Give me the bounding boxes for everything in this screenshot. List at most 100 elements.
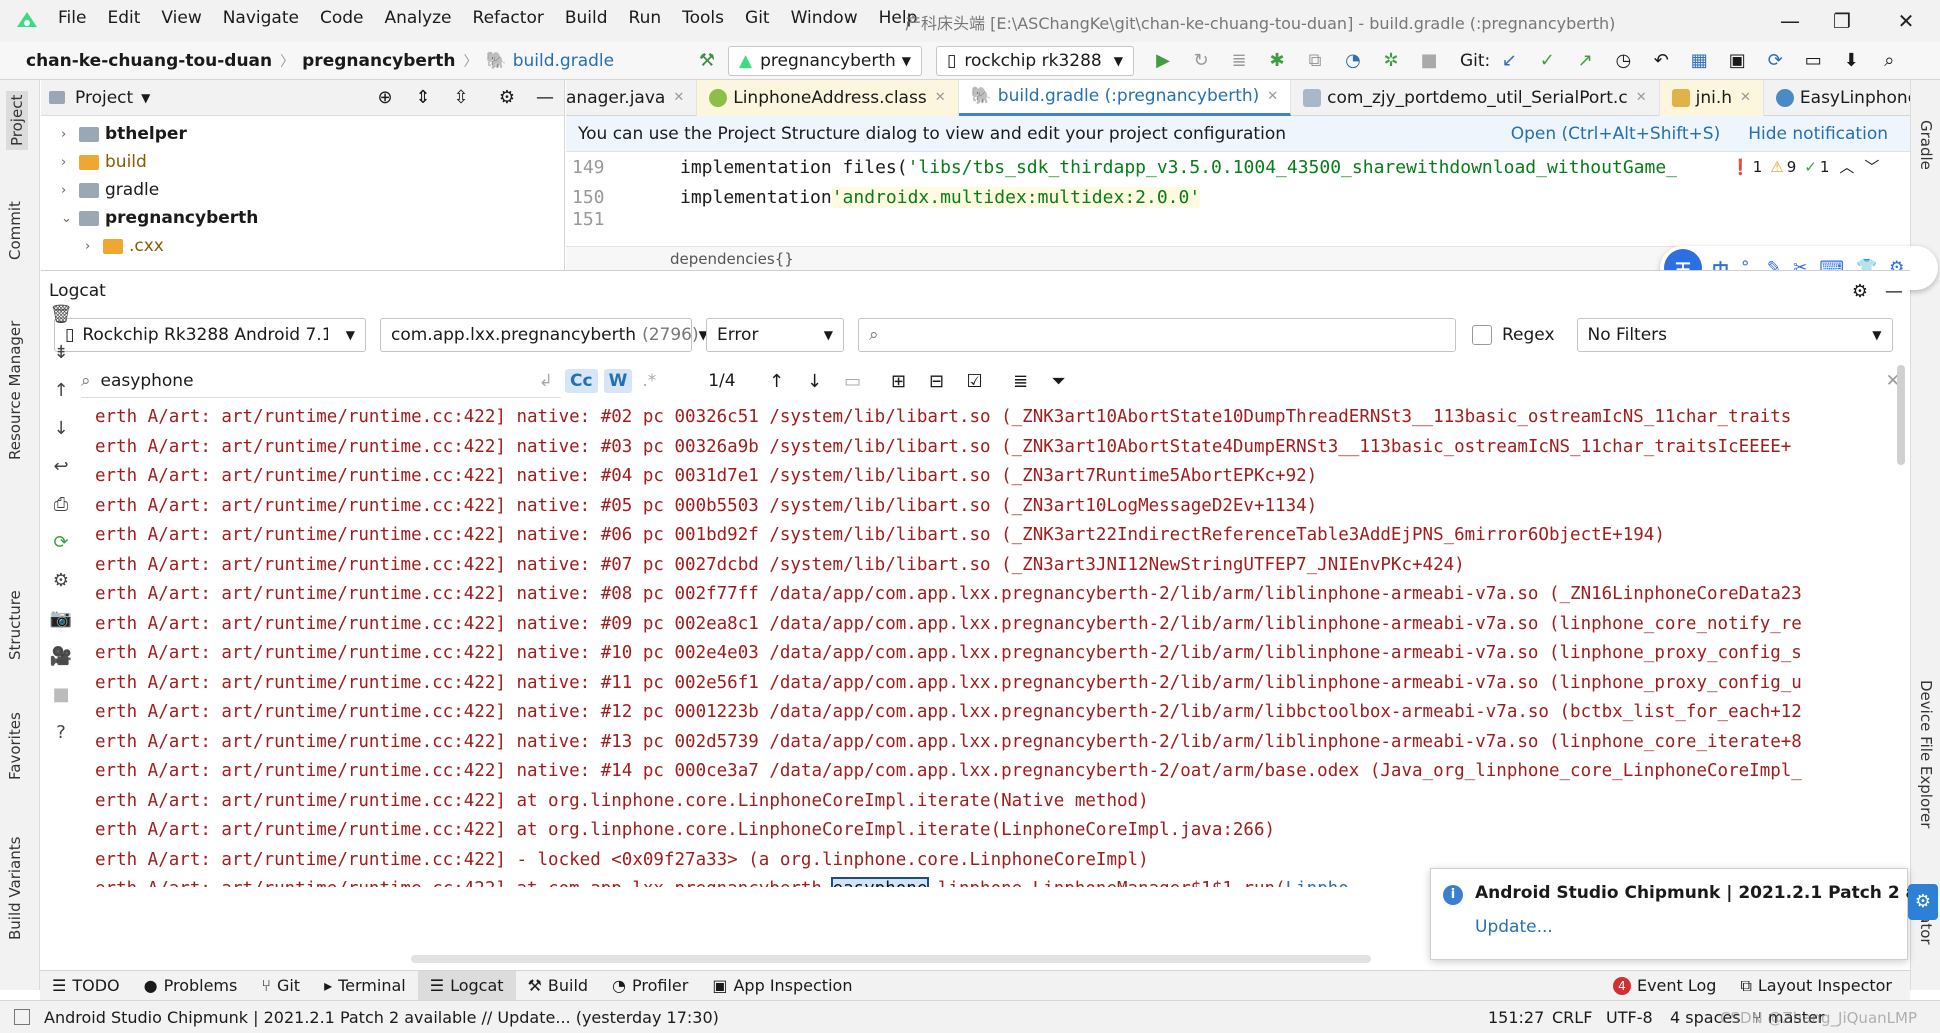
horizontal-scrollbar[interactable]	[411, 955, 1371, 963]
menu-build[interactable]: Build	[565, 8, 608, 28]
chevron-right-icon[interactable]: ›	[61, 155, 79, 170]
tab-terminal[interactable]: ▸ Terminal	[312, 971, 418, 1001]
tab-jni-h[interactable]: jni.h ✕	[1659, 80, 1764, 116]
tab-serialport-c[interactable]: com_zjy_portdemo_util_SerialPort.c ✕	[1291, 80, 1660, 116]
restore-button[interactable]: ❐	[1822, 6, 1862, 36]
expand-all-icon[interactable]: ⇕	[410, 85, 436, 111]
tab-profiler[interactable]: ◔ Profiler	[600, 971, 700, 1001]
regex-toggle-icon[interactable]: .*	[642, 371, 656, 391]
close-icon[interactable]: ✕	[935, 90, 946, 105]
previous-occurrence-icon[interactable]: ↑	[764, 368, 790, 394]
menu-file[interactable]: File	[58, 8, 86, 28]
chevron-down-icon[interactable]: ▼	[141, 91, 150, 105]
chevron-right-icon[interactable]: ›	[61, 127, 79, 142]
apply-changes-icon[interactable]: ✲	[1378, 48, 1404, 74]
chevron-right-icon[interactable]: ›	[85, 239, 103, 254]
stripe-device-file-explorer[interactable]: Device File Explorer	[1917, 680, 1935, 828]
source-link[interactable]: Linpho	[1286, 879, 1349, 887]
next-occurrence-icon[interactable]: ↓	[802, 368, 828, 394]
stripe-commit[interactable]: Commit	[6, 201, 24, 260]
menu-view[interactable]: View	[161, 8, 201, 28]
terminate-icon[interactable]: ■	[41, 675, 81, 713]
menu-run[interactable]: Run	[629, 8, 662, 28]
avd-manager-icon[interactable]: ▣	[1724, 48, 1750, 74]
tree-item[interactable]: › gradle	[41, 176, 564, 204]
history-icon[interactable]: ◷	[1610, 48, 1636, 74]
sync-gradle-icon[interactable]: ⟳	[1762, 48, 1788, 74]
chevron-down-icon[interactable]: ⌄	[61, 211, 79, 226]
rollback-icon[interactable]: ↶	[1648, 48, 1674, 74]
filter-icon[interactable]: ⏷	[1046, 368, 1072, 394]
menu-analyze[interactable]: Analyze	[385, 8, 452, 28]
emulator-icon[interactable]: ⚙	[1908, 884, 1938, 920]
rerun-icon[interactable]: ↻	[1188, 48, 1214, 74]
match-case-toggle[interactable]: Cc	[565, 369, 598, 393]
filter-lines-icon[interactable]: ≣	[1008, 368, 1034, 394]
whole-words-toggle[interactable]: W	[603, 369, 633, 393]
breadcrumb-file[interactable]: build.gradle	[513, 51, 614, 71]
minimize-button[interactable]: —	[1770, 6, 1810, 36]
debug-icon[interactable]: ✱	[1264, 48, 1290, 74]
status-message[interactable]: Android Studio Chipmunk | 2021.2.1 Patch…	[44, 1008, 719, 1027]
collapse-all-icon[interactable]: ⇳	[448, 85, 474, 111]
attach-debugger-icon[interactable]: ⧉	[1302, 48, 1328, 74]
breadcrumb-project[interactable]: chan-ke-chuang-tou-duan	[26, 51, 272, 71]
logcat-output[interactable]: erth A/art: art/runtime/runtime.cc:422] …	[95, 403, 1910, 887]
locate-icon[interactable]: ⊕	[372, 85, 398, 111]
regex-checkbox[interactable]	[1472, 325, 1492, 345]
hide-notification-link[interactable]: Hide notification	[1748, 124, 1888, 144]
screenshot-icon[interactable]: 📷	[41, 599, 81, 637]
tab-layout-inspector[interactable]: ⧉ Layout Inspector	[1728, 971, 1904, 1001]
close-icon[interactable]: ✕	[673, 90, 684, 105]
stripe-project[interactable]: Project	[6, 90, 28, 150]
caret-position[interactable]: 151:27	[1488, 1008, 1544, 1027]
gear-icon[interactable]: ⚙	[41, 561, 81, 599]
sdk-manager-icon[interactable]: ⬇	[1838, 48, 1864, 74]
tab-todo[interactable]: ☰ TODO	[40, 971, 132, 1001]
tree-item[interactable]: › build	[41, 148, 564, 176]
tree-item[interactable]: ⌄ pregnancyberth	[41, 204, 564, 232]
git-push-icon[interactable]: ↗	[1572, 48, 1598, 74]
up-stack-icon[interactable]: ↑	[41, 371, 81, 409]
screen-record-icon[interactable]: 🎥	[41, 637, 81, 675]
menu-navigate[interactable]: Navigate	[223, 8, 299, 28]
tab-problems[interactable]: ● Problems	[132, 971, 250, 1001]
help-icon[interactable]: ?	[41, 713, 81, 751]
hide-panel-icon[interactable]: —	[1881, 278, 1907, 304]
profile-icon[interactable]: ◔	[1340, 48, 1366, 74]
down-stack-icon[interactable]: ↓	[41, 409, 81, 447]
project-structure-icon[interactable]: ▦	[1686, 48, 1712, 74]
run-icon[interactable]: ▶	[1150, 48, 1176, 74]
logcat-search-input[interactable]: ⌕	[858, 318, 1456, 352]
inspection-widget[interactable]: ❗ 1 ⚠ 9 ✓ 1 ︿ ﹀	[1731, 156, 1880, 177]
breadcrumb-module[interactable]: pregnancyberth	[302, 51, 455, 71]
stripe-build-variants[interactable]: Build Variants	[6, 837, 24, 940]
menu-window[interactable]: Window	[791, 8, 858, 28]
logcat-level-select[interactable]: Error ▼	[706, 318, 844, 352]
stripe-favorites[interactable]: Favorites	[6, 712, 24, 780]
stripe-structure[interactable]: Structure	[6, 590, 24, 660]
device-manager-icon[interactable]: ▭	[1800, 48, 1826, 74]
hide-panel-icon[interactable]: —	[532, 85, 558, 111]
tab-app-inspection[interactable]: ▣ App Inspection	[700, 971, 864, 1001]
remove-selection-icon[interactable]: ⊟	[924, 368, 950, 394]
stripe-gradle[interactable]: Gradle	[1917, 120, 1935, 170]
git-commit-icon[interactable]: ✓	[1534, 48, 1560, 74]
close-icon[interactable]: ✕	[1636, 90, 1647, 105]
menu-git[interactable]: Git	[745, 8, 770, 28]
logcat-process-select[interactable]: com.app.lxx.pregnancyberth (2796) ▼	[380, 318, 708, 352]
run-config-select[interactable]: ▲ pregnancyberth ▼	[728, 45, 922, 76]
tree-item[interactable]: › bthelper	[41, 120, 564, 148]
menu-tools[interactable]: Tools	[682, 8, 724, 28]
open-in-window-icon[interactable]: ▭	[840, 368, 866, 394]
menu-code[interactable]: Code	[320, 8, 364, 28]
file-encoding[interactable]: UTF-8	[1606, 1008, 1653, 1027]
tab-linphone-address[interactable]: LinphoneAddress.class ✕	[697, 80, 959, 116]
select-all-occurrences-icon[interactable]: ☑	[962, 368, 988, 394]
tab-build[interactable]: ⚒ Build	[516, 971, 601, 1001]
close-icon[interactable]: ✕	[1740, 90, 1751, 105]
status-toggle-icon[interactable]	[14, 1009, 30, 1025]
logcat-filter-select[interactable]: No Filters ▼	[1576, 318, 1893, 352]
close-icon[interactable]: ✕	[1267, 89, 1278, 104]
stripe-resource-manager[interactable]: Resource Manager	[6, 321, 24, 460]
